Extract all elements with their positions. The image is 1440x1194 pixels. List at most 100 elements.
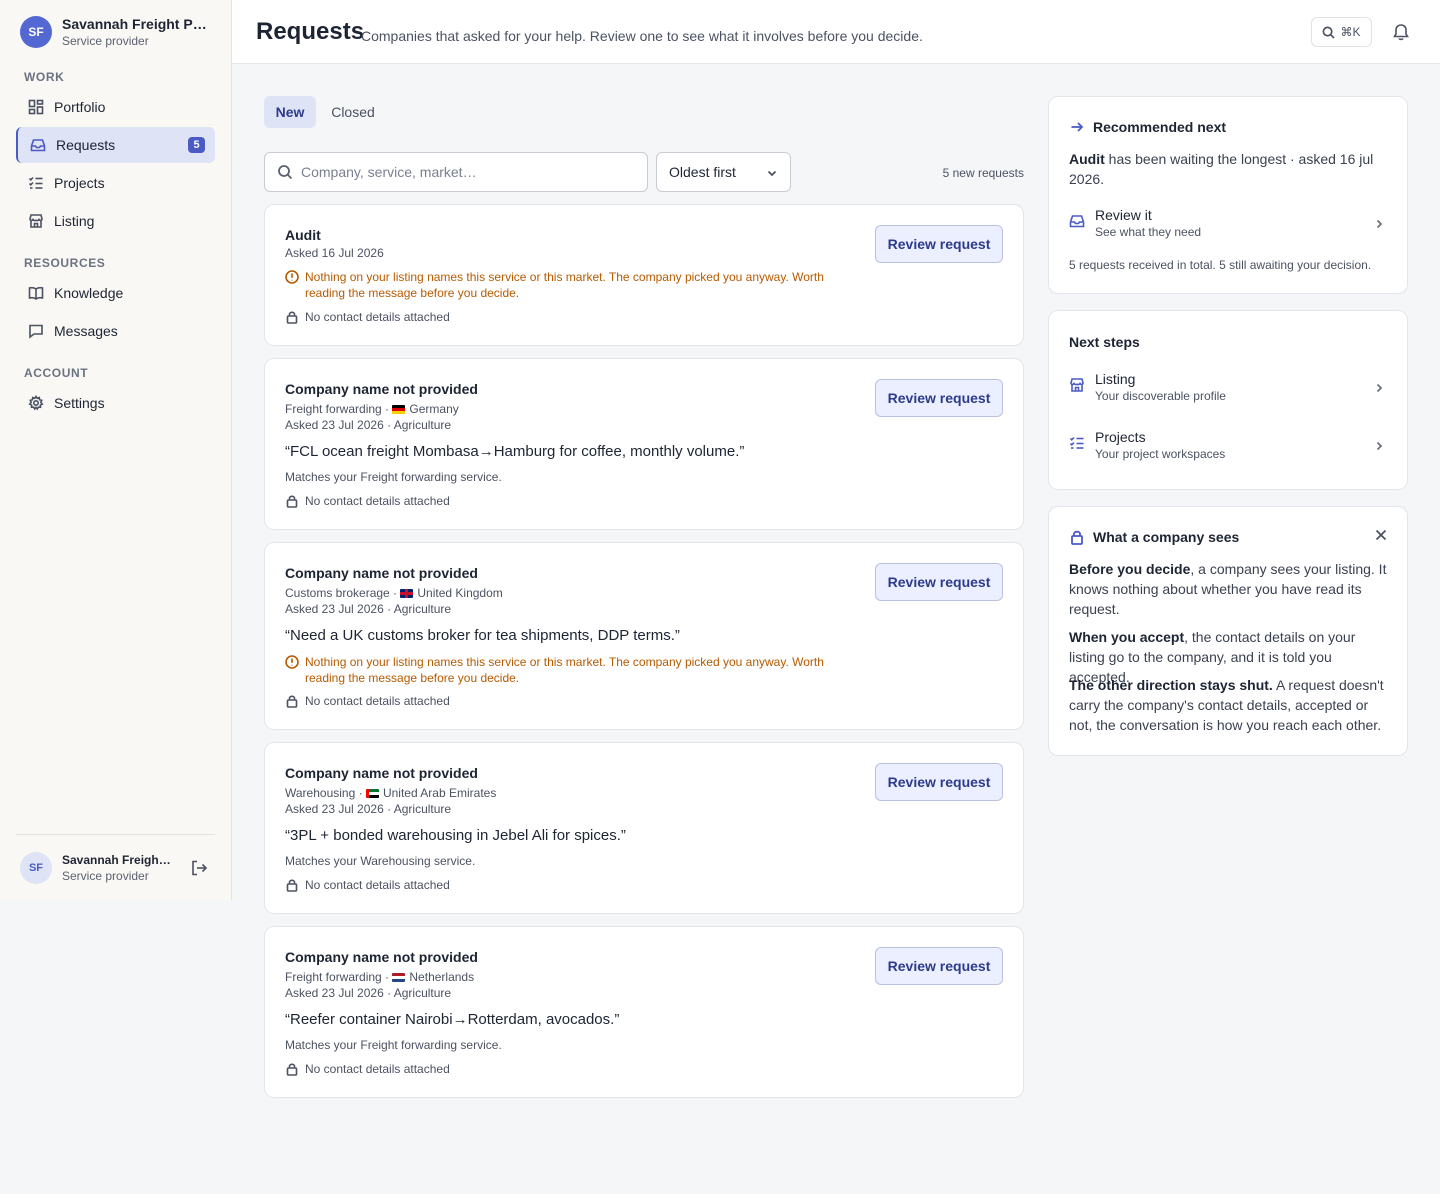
chevron-right-icon (1376, 441, 1383, 451)
search-field[interactable] (264, 152, 648, 192)
sort-select[interactable]: Oldest first (656, 152, 791, 192)
sidebar-item-label: Knowledge (54, 285, 124, 301)
recommended-text: Audit has been waiting the longest · ask… (1069, 149, 1389, 189)
sidebar-item-label: Projects (54, 175, 105, 191)
user-profile[interactable]: SF Savannah Freight Partners Service pro… (20, 852, 174, 884)
user-role: Service provider (62, 869, 149, 883)
sidebar-item-requests[interactable]: Requests 5 (16, 127, 215, 163)
command-search-button[interactable]: ⌘K (1311, 17, 1372, 47)
sidebar-item-label: Portfolio (54, 99, 106, 115)
accept-bold: When you accept (1069, 629, 1185, 645)
contact-status: No contact details attached (285, 1062, 450, 1076)
request-card[interactable]: Audit Asked 16 Jul 2026 Nothing on your … (264, 204, 1024, 346)
shortcut-label: ⌘K (1340, 25, 1361, 39)
logout-button[interactable] (190, 859, 208, 877)
request-message: “Need a UK customs broker for tea shipme… (285, 627, 680, 644)
request-service: Customs brokerage (285, 586, 390, 600)
request-card[interactable]: Company name not provided Warehousing · … (264, 742, 1024, 914)
tab-new[interactable]: New (264, 96, 316, 128)
contact-status: No contact details attached (285, 310, 450, 324)
company-sees-title: What a company sees (1069, 529, 1239, 545)
request-asked: Asked 23 Jul 2026 · Agriculture (285, 602, 452, 616)
bell-icon (1393, 24, 1409, 41)
separator: · (389, 586, 401, 600)
notifications-button[interactable] (1391, 22, 1411, 42)
before-bold: Before you decide (1069, 561, 1191, 577)
org-switcher[interactable]: SF Savannah Freight Partners Service pro… (20, 16, 214, 48)
sidebar-item-settings[interactable]: Settings (16, 385, 215, 421)
service-match: Matches your Freight forwarding service. (285, 470, 502, 484)
request-asked: Asked 16 Jul 2026 (285, 246, 384, 260)
close-icon (1375, 529, 1387, 541)
lock-icon (286, 495, 298, 508)
company-sees-title-text: What a company sees (1093, 529, 1240, 545)
review-it-link[interactable]: Review it See what they need (1069, 203, 1389, 243)
request-asked: Asked 23 Jul 2026 · Agriculture (285, 418, 452, 432)
review-it-title: Review it (1095, 207, 1152, 223)
mismatch-warning: Nothing on your listing names this servi… (285, 654, 865, 686)
page-subtitle: Companies that asked for your help. Revi… (361, 28, 923, 44)
recommended-detail: has been waiting the longest · asked 16 … (1069, 151, 1374, 187)
service-match: Matches your Freight forwarding service. (285, 1038, 502, 1052)
gear-icon (28, 395, 44, 411)
sidebar: SF Savannah Freight Partners Service pro… (0, 0, 232, 900)
contact-status: No contact details attached (285, 494, 450, 508)
sidebar-item-knowledge[interactable]: Knowledge (16, 275, 215, 311)
request-service-market: Customs brokerage · United Kingdom (285, 586, 503, 600)
request-card[interactable]: Company name not provided Freight forwar… (264, 926, 1024, 1098)
uk-flag-icon (400, 589, 414, 598)
tab-closed[interactable]: Closed (324, 96, 382, 128)
request-service-market: Warehousing · United Arab Emirates (285, 786, 496, 800)
close-button[interactable] (1373, 527, 1389, 543)
review-request-button[interactable]: Review request (875, 763, 1003, 801)
sidebar-item-portfolio[interactable]: Portfolio (16, 89, 215, 125)
next-step-listing[interactable]: Listing Your discoverable profile (1069, 367, 1389, 407)
company-sees-before: Before you decide, a company sees your l… (1069, 559, 1389, 619)
review-request-button[interactable]: Review request (875, 563, 1003, 601)
recommended-title: Recommended next (1069, 119, 1226, 135)
review-it-subtitle: See what they need (1095, 225, 1202, 239)
search-input[interactable] (301, 164, 631, 180)
org-name: Savannah Freight Partners (62, 16, 214, 32)
shut-bold: The other direction stays shut. (1069, 677, 1273, 693)
request-asked: Asked 23 Jul 2026 · Agriculture (285, 986, 452, 1000)
avatar: SF (20, 852, 52, 884)
next-step-projects[interactable]: Projects Your project workspaces (1069, 425, 1389, 465)
contact-status-text: No contact details attached (305, 310, 450, 324)
review-request-button[interactable]: Review request (875, 225, 1003, 263)
company-sees-panel: What a company sees Before you decide, a… (1048, 506, 1408, 756)
arrow-right-icon (1071, 122, 1084, 132)
netherlands-flag-icon (392, 973, 406, 982)
sort-select-value: Oldest first (669, 164, 736, 180)
request-country: United Arab Emirates (382, 786, 497, 800)
contact-status: No contact details attached (285, 878, 450, 892)
request-card[interactable]: Company name not provided Customs broker… (264, 542, 1024, 730)
request-service: Freight forwarding (285, 970, 382, 984)
request-message: “Reefer container Nairobi→Rotterdam, avo… (285, 1011, 620, 1028)
next-step-subtitle: Your discoverable profile (1095, 389, 1226, 403)
germany-flag-icon (392, 405, 406, 414)
section-label-work: WORK (24, 70, 65, 84)
separator: · (355, 786, 366, 800)
inbox-icon (30, 139, 46, 152)
contact-status-text: No contact details attached (305, 1062, 450, 1076)
request-company: Company name not provided (285, 949, 478, 965)
request-service-market: Freight forwarding · Germany (285, 402, 459, 416)
search-icon (1323, 26, 1336, 39)
requests-count-badge: 5 (188, 137, 205, 153)
request-service: Freight forwarding (285, 402, 382, 416)
sidebar-item-messages[interactable]: Messages (16, 313, 215, 349)
lock-icon (1071, 530, 1083, 545)
lock-icon (286, 695, 298, 708)
request-card[interactable]: Company name not provided Freight forwar… (264, 358, 1024, 530)
review-request-button[interactable]: Review request (875, 379, 1003, 417)
mismatch-warning: Nothing on your listing names this servi… (285, 269, 865, 301)
request-company: Company name not provided (285, 381, 478, 397)
store-icon (29, 214, 43, 228)
review-request-button[interactable]: Review request (875, 947, 1003, 985)
sidebar-item-projects[interactable]: Projects (16, 165, 215, 201)
contact-status-text: No contact details attached (305, 694, 450, 708)
sidebar-item-listing[interactable]: Listing (16, 203, 215, 239)
warning-text: Nothing on your listing names this servi… (305, 655, 824, 685)
request-country: Netherlands (409, 970, 475, 984)
